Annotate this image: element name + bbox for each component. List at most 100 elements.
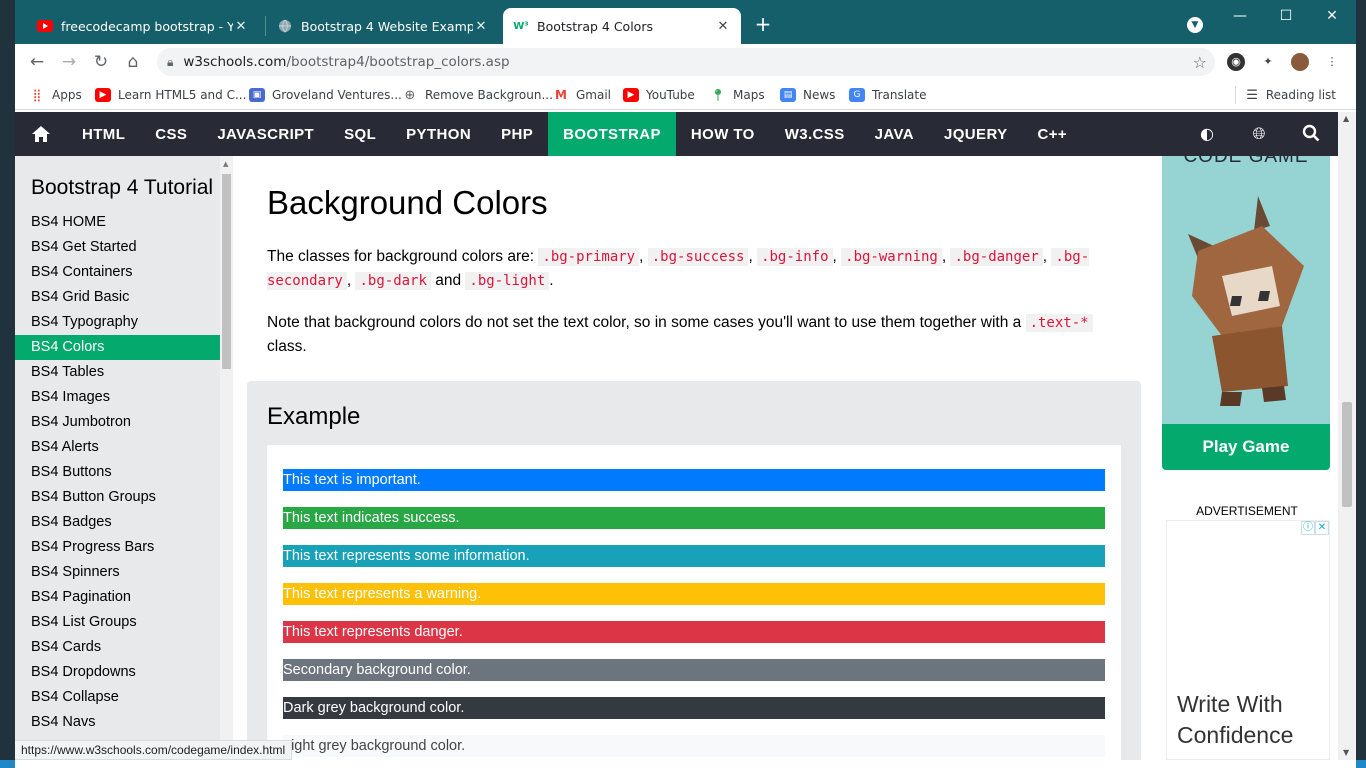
bg-success-bar: This text indicates success. (283, 507, 1105, 529)
globe-icon[interactable]: 🌐︎ (1249, 124, 1269, 144)
bookmark-apps[interactable]: ⣿ Apps (29, 86, 82, 104)
nav-javascript[interactable]: JAVASCRIPT (202, 112, 329, 156)
ad-close-icon[interactable]: ✕ (1315, 521, 1329, 535)
sidebar-item-collapse[interactable]: BS4 Collapse (15, 685, 233, 710)
tab-search-icon[interactable]: ▼ (1187, 17, 1203, 33)
sidebar-item-jumbotron[interactable]: BS4 Jumbotron (15, 410, 233, 435)
bg-info-bar: This text represents some information. (283, 545, 1105, 567)
nav-bootstrap[interactable]: BOOTSTRAP (548, 112, 676, 156)
minimize-button[interactable]: — (1225, 4, 1255, 28)
ad-controls: ⓘ ✕ (1301, 521, 1329, 535)
bookmark-remove-bg[interactable]: ⊕ Remove Backgroun... (402, 86, 553, 104)
code-bg-dark: .bg-dark (355, 272, 431, 290)
tab-bootstrap-example[interactable]: Bootstrap 4 Website Example ✕ (267, 8, 499, 44)
search-icon[interactable] (1301, 124, 1321, 144)
home-icon[interactable] (15, 112, 67, 156)
bookmark-news[interactable]: ▤ News (780, 86, 835, 104)
tab-divider (265, 16, 266, 36)
sidebar-item-get-started[interactable]: BS4 Get Started (15, 235, 233, 260)
sidebar-item-images[interactable]: BS4 Images (15, 385, 233, 410)
advertisement-box[interactable]: ⓘ ✕ Write With Confidence (1166, 520, 1330, 760)
contrast-icon[interactable]: ◐ (1197, 124, 1217, 144)
sidebar-item-bs4-home[interactable]: BS4 HOME (15, 210, 233, 235)
nav-html[interactable]: HTML (67, 112, 140, 156)
bookmark-gmail[interactable]: M Gmail (553, 86, 611, 104)
back-arrow-icon[interactable]: ← (27, 52, 47, 72)
nav-sql[interactable]: SQL (329, 112, 391, 156)
bookmark-maps[interactable]: 📍︎ Maps (710, 86, 764, 104)
nav-cpp[interactable]: C++ (1023, 112, 1083, 156)
forward-arrow-icon[interactable]: → (59, 52, 79, 72)
nav-python[interactable]: PYTHON (391, 112, 486, 156)
home-icon[interactable]: ⌂ (123, 52, 143, 72)
sidebar-item-progress-bars[interactable]: BS4 Progress Bars (15, 535, 233, 560)
apps-grid-icon: ⣿ (32, 88, 42, 102)
reading-list-button[interactable]: ☰ Reading list (1235, 86, 1336, 104)
maximize-button[interactable]: ☐ (1271, 4, 1301, 28)
sidebar-item-alerts[interactable]: BS4 Alerts (15, 435, 233, 460)
nav-php[interactable]: PHP (486, 112, 548, 156)
nav-w3css[interactable]: W3.CSS (770, 112, 860, 156)
ad-info-icon[interactable]: ⓘ (1301, 521, 1315, 535)
news-icon: ▤ (780, 88, 796, 102)
lock-icon[interactable]: 🔒︎ (167, 55, 173, 70)
maps-pin-icon: 📍︎ (710, 88, 726, 102)
sidebar-scroll-thumb[interactable] (222, 174, 231, 369)
code-game-ad[interactable]: CODE GAME (1162, 156, 1330, 470)
w3schools-icon: W³ (513, 20, 529, 32)
nav-how-to[interactable]: HOW TO (676, 112, 770, 156)
puzzle-icon[interactable]: ✦ (1259, 53, 1277, 71)
address-bar[interactable]: 🔒︎ w3schools.com/bootstrap4/bootstrap_co… (157, 48, 1215, 76)
sidebar-item-dropdowns[interactable]: BS4 Dropdowns (15, 660, 233, 685)
sidebar-item-badges[interactable]: BS4 Badges (15, 510, 233, 535)
sidebar-item-spinners[interactable]: BS4 Spinners (15, 560, 233, 585)
menu-icon[interactable]: ⋮ (1323, 53, 1341, 71)
sidebar-item-list-groups[interactable]: BS4 List Groups (15, 610, 233, 635)
right-column: CODE GAME Play Game ADVERTISEMENT ⓘ ✕ Wr… (1156, 156, 1338, 760)
tab-youtube[interactable]: freecodecamp bootstrap - YouTu ✕ (27, 8, 259, 44)
scroll-up-icon[interactable]: ▲ (223, 160, 228, 168)
nav-jquery[interactable]: JQUERY (929, 112, 1023, 156)
sidebar-item-tables[interactable]: BS4 Tables (15, 360, 233, 385)
page-scroll-thumb[interactable] (1342, 402, 1352, 507)
tab-bootstrap-colors[interactable]: W³ Bootstrap 4 Colors ✕ (503, 8, 741, 44)
close-icon[interactable]: ✕ (233, 19, 249, 34)
play-game-button[interactable]: Play Game (1162, 424, 1330, 470)
url-host: w3schools.com (183, 54, 287, 70)
new-tab-button[interactable]: + (752, 13, 774, 35)
scroll-down-icon[interactable]: ▼ (1343, 748, 1349, 757)
sidebar-item-navs[interactable]: BS4 Navs (15, 710, 233, 735)
nav-java[interactable]: JAVA (860, 112, 929, 156)
sidebar-item-colors[interactable]: BS4 Colors (15, 335, 233, 360)
sidebar-item-containers[interactable]: BS4 Containers (15, 260, 233, 285)
close-icon[interactable]: ✕ (715, 19, 731, 34)
desktop-edge-right (1356, 0, 1366, 768)
reload-icon[interactable]: ↻ (91, 52, 111, 72)
scroll-up-icon[interactable]: ▲ (1343, 114, 1349, 123)
sidebar-scrollbar[interactable]: ▲ (220, 156, 233, 760)
extension-icon[interactable]: ◉ (1227, 53, 1245, 71)
bookmark-learn-html5[interactable]: ▶ Learn HTML5 and C... (95, 86, 246, 104)
sidebar-item-button-groups[interactable]: BS4 Button Groups (15, 485, 233, 510)
note-paragraph: Note that background colors do not set t… (267, 311, 1127, 359)
example-box: Example This text is important. This tex… (247, 381, 1141, 760)
sidebar-item-grid-basic[interactable]: BS4 Grid Basic (15, 285, 233, 310)
page-scrollbar[interactable]: ▲ ▼ (1338, 112, 1356, 760)
sidebar-item-typography[interactable]: BS4 Typography (15, 310, 233, 335)
bg-classes-paragraph: The classes for background colors are: .… (267, 248, 1090, 290)
paragraph-text: Note that background colors do not set t… (267, 314, 1026, 331)
sidebar-item-pagination[interactable]: BS4 Pagination (15, 585, 233, 610)
sidebar-item-cards[interactable]: BS4 Cards (15, 635, 233, 660)
nav-css[interactable]: CSS (140, 112, 202, 156)
sidebar-item-buttons[interactable]: BS4 Buttons (15, 460, 233, 485)
bookmark-groveland[interactable]: ▣ Groveland Ventures... (249, 86, 402, 104)
code-bg-primary: .bg-primary (538, 248, 640, 266)
star-icon[interactable]: ☆ (1193, 53, 1207, 72)
bookmark-youtube[interactable]: ▶ YouTube (623, 86, 695, 104)
bookmarks-bar: ⣿ Apps ▶ Learn HTML5 and C... ▣ Groveland V… (15, 80, 1356, 110)
bookmark-translate[interactable]: G Translate (849, 86, 927, 104)
close-icon[interactable]: ✕ (473, 19, 489, 34)
avatar[interactable] (1291, 53, 1309, 71)
bookmark-label: Remove Backgroun... (425, 88, 553, 102)
close-window-button[interactable]: ✕ (1317, 4, 1347, 28)
